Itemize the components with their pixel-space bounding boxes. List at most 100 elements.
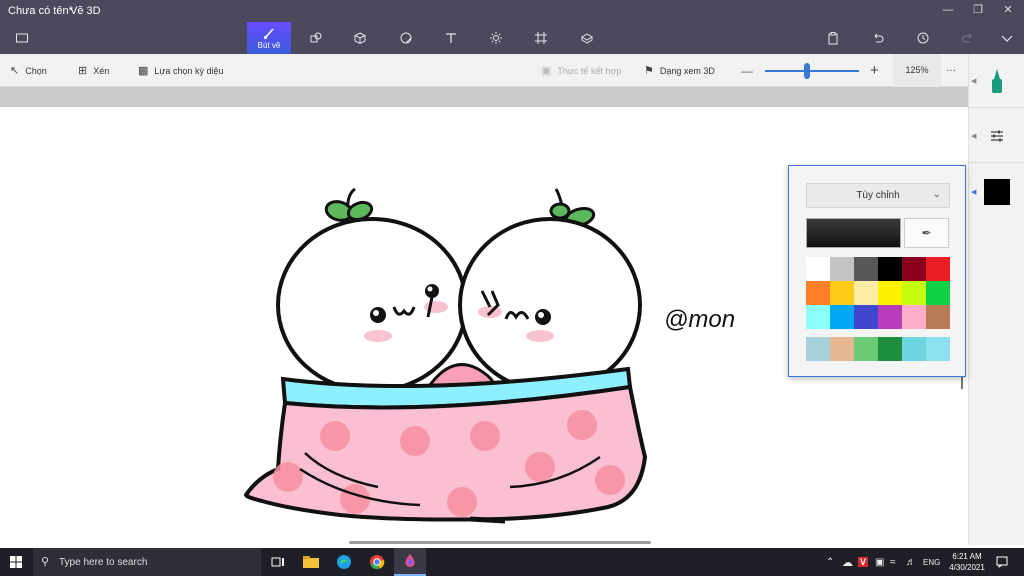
palette-color-12[interactable] xyxy=(926,281,950,305)
notifications-button[interactable] xyxy=(996,548,1008,576)
palette-color-4[interactable] xyxy=(878,257,902,281)
taskbar-clock[interactable]: 6:21 AM 4/30/2021 xyxy=(945,551,989,573)
app-name: Vẽ 3D xyxy=(70,5,101,17)
crop-button[interactable]: ⊞ Xén xyxy=(78,54,109,87)
restore-button[interactable]: ❐ xyxy=(971,3,985,17)
network-tray-icon[interactable]: ▣ xyxy=(875,548,884,576)
language-label: ENG xyxy=(923,557,941,567)
canvas-icon xyxy=(535,32,547,44)
palette-color-13[interactable] xyxy=(806,305,830,329)
custom-color-4[interactable] xyxy=(878,337,902,361)
zoom-slider-track[interactable] xyxy=(765,70,859,72)
zoom-out-button[interactable]: — xyxy=(741,54,753,87)
language-indicator[interactable]: ENG xyxy=(923,548,940,576)
minimize-button[interactable]: — xyxy=(941,3,955,17)
shapes-2d-icon xyxy=(310,32,322,43)
onedrive-tray-icon[interactable]: ☁ xyxy=(842,548,853,576)
clock-date: 4/30/2021 xyxy=(949,563,985,572)
task-view-button[interactable] xyxy=(262,548,294,576)
workspace-background xyxy=(0,87,968,107)
brushes-tool-label: Bút vẽ xyxy=(257,41,281,50)
text-tool[interactable] xyxy=(429,22,473,54)
color-mode-label: Tùy chỉnh xyxy=(856,190,900,201)
shapes-2d-tool[interactable] xyxy=(294,22,338,54)
brushes-tool[interactable]: Bút vẽ xyxy=(247,22,291,54)
tray-overflow-button[interactable]: ⌃ xyxy=(826,548,834,576)
windows-icon xyxy=(10,556,22,568)
color-mode-dropdown[interactable]: Tùy chỉnh ⌄ xyxy=(806,183,950,208)
stickers-tool[interactable] xyxy=(384,22,428,54)
brush-icon xyxy=(263,28,274,40)
palette-color-10[interactable] xyxy=(878,281,902,305)
plus-icon: + xyxy=(870,62,879,79)
palette-color-14[interactable] xyxy=(830,305,854,329)
expand-button[interactable] xyxy=(985,22,1024,54)
custom-color-3[interactable] xyxy=(854,337,878,361)
mixed-reality-button[interactable]: ▣ Thực tế kết hợp xyxy=(541,54,621,87)
caret-left-icon: ◀ xyxy=(971,189,977,196)
chrome-button[interactable] xyxy=(361,548,393,576)
horizontal-scrollbar[interactable] xyxy=(349,541,651,544)
eyedropper-icon: ✒ xyxy=(921,226,932,240)
custom-color-1[interactable] xyxy=(806,337,830,361)
search-placeholder: Type here to search xyxy=(59,556,148,568)
shapes-3d-tool[interactable] xyxy=(338,22,382,54)
paint-3d-taskbar-button[interactable] xyxy=(394,548,426,576)
magic-select-button[interactable]: ▩ Lựa chọn kỳ diệu xyxy=(138,54,223,87)
view-3d-icon: ⚑ xyxy=(644,65,654,77)
custom-color-2[interactable] xyxy=(830,337,854,361)
palette-color-5[interactable] xyxy=(902,257,926,281)
color-palette-grid xyxy=(806,257,950,329)
3d-library-tool[interactable] xyxy=(565,22,609,54)
zoom-in-button[interactable]: + xyxy=(870,54,879,87)
palette-color-3[interactable] xyxy=(854,257,878,281)
3d-view-button[interactable]: ⚑ Dạng xem 3D xyxy=(644,54,715,87)
custom-color-6[interactable] xyxy=(926,337,950,361)
brush-settings-tab[interactable]: ◀ xyxy=(969,109,1024,163)
palette-color-1[interactable] xyxy=(806,257,830,281)
wifi-icon: ≈ xyxy=(890,556,896,568)
palette-color-17[interactable] xyxy=(902,305,926,329)
history-button[interactable] xyxy=(901,22,945,54)
paste-button[interactable] xyxy=(811,22,855,54)
palette-color-18[interactable] xyxy=(926,305,950,329)
zoom-value: 125% xyxy=(893,54,941,87)
file-explorer-button[interactable] xyxy=(295,548,327,576)
canvas-tool[interactable] xyxy=(519,22,563,54)
palette-color-11[interactable] xyxy=(902,281,926,305)
palette-color-16[interactable] xyxy=(878,305,902,329)
close-button[interactable]: ✕ xyxy=(1001,3,1015,17)
right-panel: ◀ ◀ ◀ xyxy=(968,54,1024,545)
antivirus-tray-icon[interactable]: V xyxy=(858,548,869,576)
wifi-tray-icon[interactable]: ≈ xyxy=(890,548,896,576)
palette-color-8[interactable] xyxy=(830,281,854,305)
palette-color-2[interactable] xyxy=(830,257,854,281)
effects-tool[interactable] xyxy=(474,22,518,54)
taskbar-search-box[interactable]: ⚲ Type here to search xyxy=(33,548,261,576)
eyedropper-button[interactable]: ✒ xyxy=(904,218,949,248)
edge-button[interactable] xyxy=(328,548,360,576)
palette-color-15[interactable] xyxy=(854,305,878,329)
palette-color-9[interactable] xyxy=(854,281,878,305)
more-button[interactable]: ··· xyxy=(946,54,956,87)
redo-button[interactable] xyxy=(946,22,990,54)
color-palette-popup: Tùy chỉnh ⌄ ✒ xyxy=(788,165,966,377)
custom-color-5[interactable] xyxy=(902,337,926,361)
color-tab[interactable]: ◀ xyxy=(969,165,1024,219)
brush-type-tab[interactable]: ◀ xyxy=(969,54,1024,108)
select-button[interactable]: ↖ Chọn xyxy=(10,54,47,87)
volume-tray-icon[interactable]: ♬ xyxy=(906,548,916,576)
start-button[interactable] xyxy=(0,548,32,576)
zoom-slider-thumb[interactable] xyxy=(804,63,811,79)
more-icon: ··· xyxy=(946,65,956,76)
undo-button[interactable] xyxy=(856,22,900,54)
palette-color-7[interactable] xyxy=(806,281,830,305)
caret-left-icon: ◀ xyxy=(971,132,977,140)
paint-3d-icon xyxy=(405,554,415,567)
menu-button[interactable] xyxy=(0,22,44,54)
magic-select-label: Lựa chọn kỳ diệu xyxy=(154,65,224,76)
v-badge-icon: V xyxy=(858,557,869,567)
vertical-scrollbar[interactable] xyxy=(961,375,963,389)
caret-left-icon: ◀ xyxy=(971,77,977,85)
palette-color-6[interactable] xyxy=(926,257,950,281)
